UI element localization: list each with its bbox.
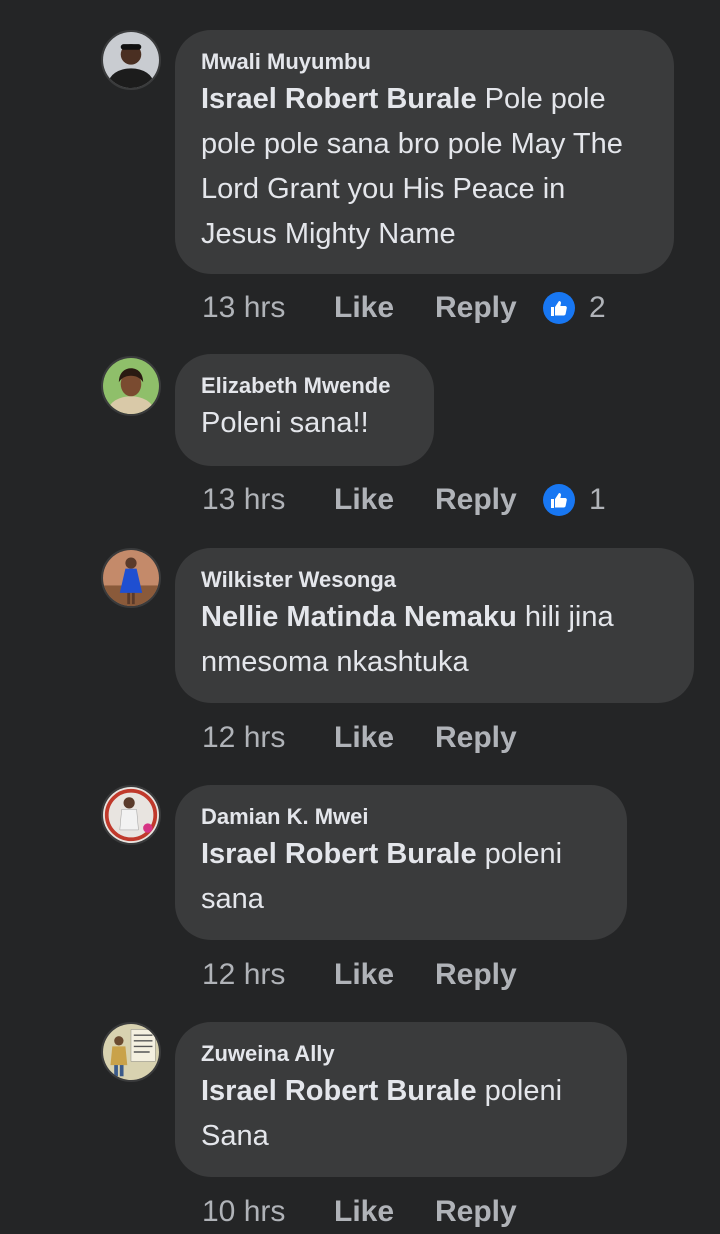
comment-bubble: Damian K. Mwei Israel Robert Burale pole… [175, 785, 627, 940]
comment-author[interactable]: Damian K. Mwei [201, 802, 601, 832]
comment-bubble: Wilkister Wesonga Nellie Matinda Nemaku … [175, 548, 694, 703]
comment-time[interactable]: 12 hrs [202, 721, 334, 755]
avatar[interactable] [101, 30, 161, 90]
comment-time[interactable]: 13 hrs [202, 483, 334, 517]
comment-time[interactable]: 10 hrs [202, 1195, 334, 1229]
comment-author[interactable]: Zuweina Ally [201, 1039, 601, 1069]
reply-button[interactable]: Reply [435, 1195, 543, 1229]
mention-tag[interactable]: Israel Robert Burale [201, 838, 477, 870]
comment-time[interactable]: 12 hrs [202, 958, 334, 992]
comment-actions: 12 hrs Like Reply [202, 955, 543, 995]
reaction-count[interactable]: 2 [543, 291, 606, 325]
comment-actions: 13 hrs Like Reply 2 [202, 288, 606, 328]
reaction-count[interactable]: 1 [543, 483, 606, 517]
thumbs-up-icon [543, 292, 575, 324]
like-button[interactable]: Like [334, 483, 435, 517]
like-button[interactable]: Like [334, 958, 435, 992]
comment-bubble: Elizabeth Mwende Poleni sana!! [175, 354, 434, 466]
reaction-count-value: 2 [589, 291, 606, 324]
mention-tag[interactable]: Israel Robert Burale [201, 1075, 477, 1107]
comment-text: Poleni sana!! [201, 401, 408, 446]
reply-button[interactable]: Reply [435, 483, 543, 517]
reply-button[interactable]: Reply [435, 721, 543, 755]
like-button[interactable]: Like [334, 721, 435, 755]
thumbs-up-icon [543, 484, 575, 516]
comment-text: Israel Robert Burale poleni sana [201, 832, 601, 922]
avatar[interactable] [101, 356, 161, 416]
reaction-count-value: 1 [589, 483, 606, 516]
comment-actions: 13 hrs Like Reply 1 [202, 480, 606, 520]
reply-button[interactable]: Reply [435, 958, 543, 992]
comment-body: Poleni sana!! [201, 407, 369, 439]
comment-author[interactable]: Mwali Muyumbu [201, 47, 648, 77]
comment-text: Israel Robert Burale poleni Sana [201, 1069, 601, 1159]
avatar[interactable] [101, 785, 161, 845]
avatar[interactable] [101, 1022, 161, 1082]
comment-time[interactable]: 13 hrs [202, 291, 334, 325]
comment-actions: 12 hrs Like Reply [202, 718, 543, 758]
comment-actions: 10 hrs Like Reply [202, 1192, 543, 1232]
comment-author[interactable]: Elizabeth Mwende [201, 371, 408, 401]
comment-text: Nellie Matinda Nemaku hili jina nmesoma … [201, 595, 668, 685]
comment-author[interactable]: Wilkister Wesonga [201, 565, 668, 595]
comment-text: Israel Robert Burale Pole pole pole pole… [201, 77, 648, 257]
mention-tag[interactable]: Israel Robert Burale [201, 83, 477, 115]
comment-bubble: Mwali Muyumbu Israel Robert Burale Pole … [175, 30, 674, 274]
like-button[interactable]: Like [334, 291, 435, 325]
mention-tag[interactable]: Nellie Matinda Nemaku [201, 601, 517, 633]
comment-bubble: Zuweina Ally Israel Robert Burale poleni… [175, 1022, 627, 1177]
avatar[interactable] [101, 548, 161, 608]
like-button[interactable]: Like [334, 1195, 435, 1229]
reply-button[interactable]: Reply [435, 291, 543, 325]
